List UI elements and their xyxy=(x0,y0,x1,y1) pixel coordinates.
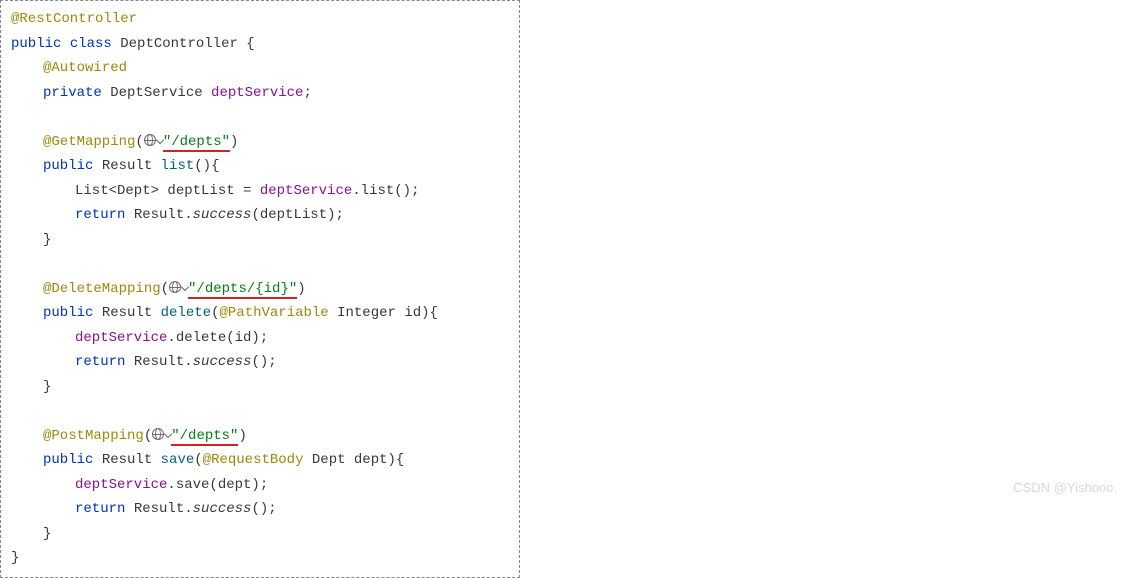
annotation: @Autowired xyxy=(43,60,127,76)
keyword: public xyxy=(43,452,93,468)
code-text: .save(dept); xyxy=(167,477,268,493)
code-text: .delete(id); xyxy=(167,330,268,346)
field: deptService xyxy=(75,477,167,493)
field: deptService xyxy=(75,330,167,346)
paren: ( xyxy=(144,428,152,444)
brace: } xyxy=(11,550,19,566)
keyword: return xyxy=(75,207,125,223)
keyword: return xyxy=(75,354,125,370)
blank-line xyxy=(11,399,509,424)
code-text: Result. xyxy=(125,501,192,517)
annotation: @RestController xyxy=(11,11,137,27)
code-line: } xyxy=(11,228,509,253)
method: list xyxy=(161,158,195,174)
paren: ( xyxy=(194,452,202,468)
method: save xyxy=(161,452,195,468)
semi: ; xyxy=(303,85,311,101)
code-line: } xyxy=(11,375,509,400)
method-italic: success xyxy=(193,501,252,517)
code-line: public Result save(@RequestBody Dept dep… xyxy=(11,448,509,473)
keyword: public xyxy=(43,305,93,321)
code-block: @RestController public class DeptControl… xyxy=(0,0,520,578)
code-text: List<Dept> deptList = xyxy=(75,183,260,199)
globe-icon xyxy=(169,281,181,293)
keyword: public xyxy=(43,158,93,174)
keyword: private xyxy=(43,85,102,101)
string-literal: "/depts" xyxy=(163,134,230,152)
code-text: Result. xyxy=(125,207,192,223)
code-line: return Result.success(deptList); xyxy=(11,203,509,228)
type: DeptService xyxy=(110,85,202,101)
annotation: @GetMapping xyxy=(43,134,135,150)
brace: { xyxy=(238,36,255,52)
method-italic: success xyxy=(193,354,252,370)
code-line: @RestController xyxy=(11,7,509,32)
field: deptService xyxy=(260,183,352,199)
keyword: public xyxy=(11,36,61,52)
sig: (){ xyxy=(194,158,219,174)
sig: Integer id){ xyxy=(329,305,438,321)
code-line: public Result delete(@PathVariable Integ… xyxy=(11,301,509,326)
paren: ) xyxy=(238,428,246,444)
code-text: (); xyxy=(251,501,276,517)
brace: } xyxy=(43,379,51,395)
field: deptService xyxy=(211,85,303,101)
blank-line xyxy=(11,105,509,130)
code-line: deptService.save(dept); xyxy=(11,473,509,498)
method-italic: success xyxy=(193,207,252,223)
globe-icon xyxy=(144,134,156,146)
paren: ( xyxy=(135,134,143,150)
code-line: private DeptService deptService; xyxy=(11,81,509,106)
annotation: @RequestBody xyxy=(203,452,304,468)
code-text: .list xyxy=(352,183,394,199)
type: Result xyxy=(102,158,152,174)
annotation: @DeleteMapping xyxy=(43,281,161,297)
sig: Dept dept){ xyxy=(304,452,405,468)
code-text: (); xyxy=(394,183,419,199)
code-line: } xyxy=(11,546,509,571)
method: delete xyxy=(161,305,211,321)
blank-line xyxy=(11,252,509,277)
type: Result xyxy=(102,452,152,468)
type: Result xyxy=(102,305,152,321)
code-text: Result. xyxy=(125,354,192,370)
code-line: @GetMapping( "/depts") xyxy=(11,130,509,155)
paren: ) xyxy=(230,134,238,150)
code-line: deptService.delete(id); xyxy=(11,326,509,351)
string-literal: "/depts" xyxy=(171,428,238,446)
annotation: @PostMapping xyxy=(43,428,144,444)
class-name: DeptController xyxy=(120,36,238,52)
code-line: public Result list(){ xyxy=(11,154,509,179)
code-line: public class DeptController { xyxy=(11,32,509,57)
code-line: } xyxy=(11,522,509,547)
code-text: (); xyxy=(251,354,276,370)
keyword: return xyxy=(75,501,125,517)
code-text: (deptList); xyxy=(251,207,343,223)
paren: ( xyxy=(161,281,169,297)
code-line: return Result.success(); xyxy=(11,497,509,522)
paren: ) xyxy=(297,281,305,297)
watermark-text: CSDN @Yishooo. xyxy=(1013,477,1117,500)
brace: } xyxy=(43,526,51,542)
string-literal: "/depts/{id}" xyxy=(188,281,297,299)
code-line: @DeleteMapping( "/depts/{id}") xyxy=(11,277,509,302)
code-line: List<Dept> deptList = deptService.list()… xyxy=(11,179,509,204)
code-line: @Autowired xyxy=(11,56,509,81)
brace: } xyxy=(43,232,51,248)
code-line: return Result.success(); xyxy=(11,350,509,375)
keyword: class xyxy=(70,36,112,52)
annotation: @PathVariable xyxy=(219,305,328,321)
code-line: @PostMapping( "/depts") xyxy=(11,424,509,449)
